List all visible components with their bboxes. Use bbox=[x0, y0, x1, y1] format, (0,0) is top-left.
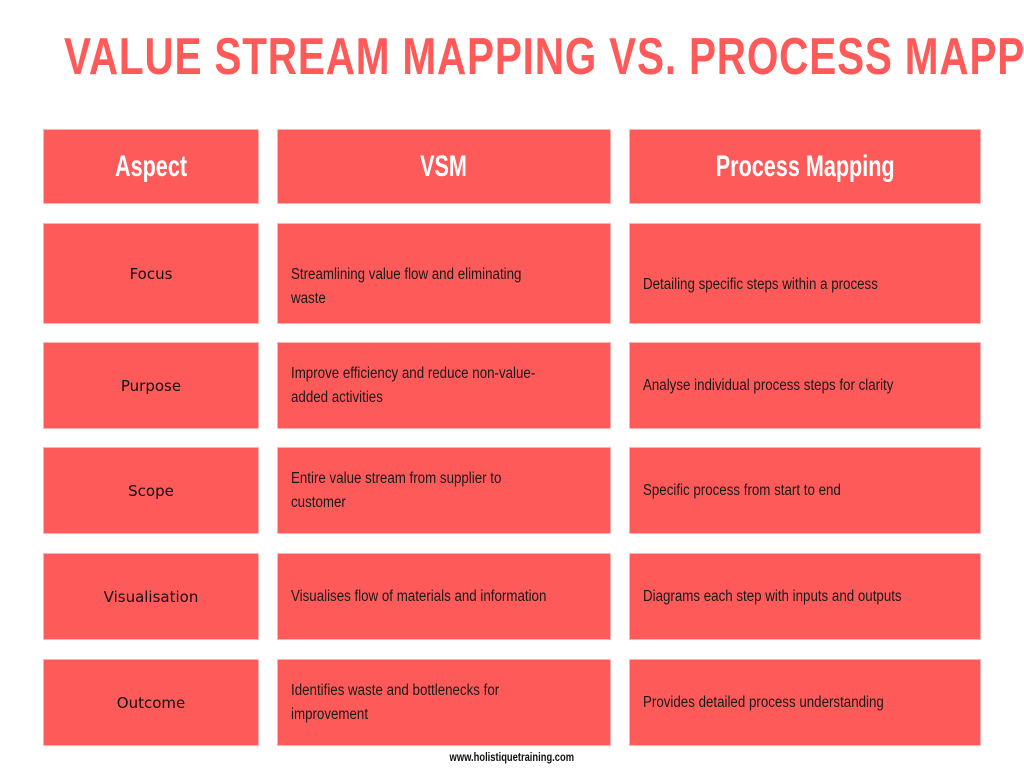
process-text: Specific process from start to end bbox=[643, 481, 841, 499]
table-row-aspect: Visualisation bbox=[43, 553, 259, 640]
table-row-vsm: Entire value stream from supplier to cus… bbox=[277, 447, 611, 534]
table-row-vsm: Visualises flow of materials and informa… bbox=[277, 553, 611, 640]
aspect-label: Focus bbox=[129, 264, 173, 283]
table-row-aspect: Focus bbox=[43, 223, 259, 324]
header-aspect: Aspect bbox=[43, 129, 259, 204]
table-row-aspect: Purpose bbox=[43, 342, 259, 429]
header-vsm-label: VSM bbox=[420, 149, 468, 183]
website-footer: www.holistiquetraining.com bbox=[0, 750, 1024, 764]
table-row-process: Provides detailed process understanding bbox=[629, 659, 981, 746]
aspect-label: Purpose bbox=[120, 376, 182, 395]
header-process-mapping-label: Process Mapping bbox=[715, 149, 895, 183]
process-text: Provides detailed process understanding bbox=[643, 693, 884, 711]
header-aspect-label: Aspect bbox=[114, 149, 188, 183]
header-process-mapping: Process Mapping bbox=[629, 129, 981, 204]
page-title: VALUE STREAM MAPPING VS. PROCESS MAPPING bbox=[64, 28, 1024, 86]
table-row-process: Analyse individual process steps for cla… bbox=[629, 342, 981, 429]
vsm-text: Entire value stream from supplier to cus… bbox=[291, 469, 502, 511]
table-row-vsm: Improve efficiency and reduce non-value-… bbox=[277, 342, 611, 429]
table-row-aspect: Scope bbox=[43, 447, 259, 534]
aspect-label: Scope bbox=[128, 481, 174, 500]
header-vsm: VSM bbox=[277, 129, 611, 204]
vsm-text: Identifies waste and bottlenecks for imp… bbox=[291, 681, 500, 723]
process-text: Analyse individual process steps for cla… bbox=[643, 376, 894, 394]
table-row-vsm: Streamlining value flow and eliminating … bbox=[277, 223, 611, 324]
table-row-process: Diagrams each step with inputs and outpu… bbox=[629, 553, 981, 640]
process-text: Detailing specific steps within a proces… bbox=[643, 276, 878, 293]
vsm-text: Visualises flow of materials and informa… bbox=[291, 587, 547, 605]
table-row-process: Specific process from start to end bbox=[629, 447, 981, 534]
table-row-vsm: Identifies waste and bottlenecks for imp… bbox=[277, 659, 611, 746]
vsm-text: Streamlining value flow and eliminating … bbox=[291, 266, 522, 307]
process-text: Diagrams each step with inputs and outpu… bbox=[643, 587, 902, 605]
aspect-label: Outcome bbox=[116, 693, 186, 712]
table-row-process: Detailing specific steps within a proces… bbox=[629, 223, 981, 324]
vsm-text: Improve efficiency and reduce non-value-… bbox=[291, 364, 536, 406]
table-row-aspect: Outcome bbox=[43, 659, 259, 746]
website-url: www.holistiquetraining.com bbox=[449, 750, 575, 764]
aspect-label: Visualisation bbox=[103, 587, 199, 606]
